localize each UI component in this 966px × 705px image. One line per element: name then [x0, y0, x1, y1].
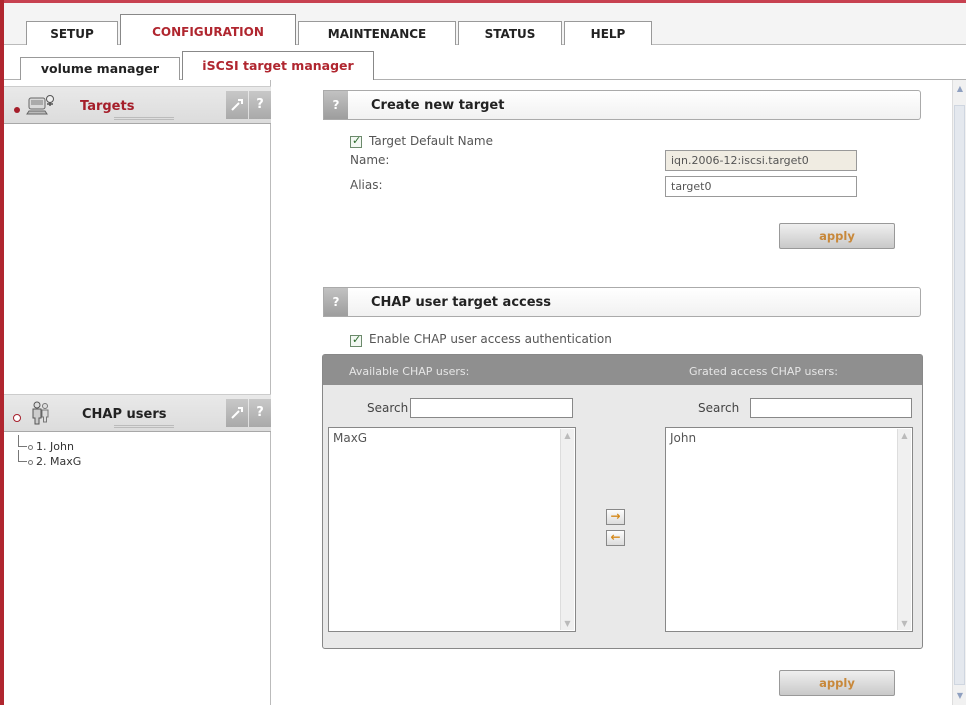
- scroll-down-icon[interactable]: ▼: [955, 691, 965, 701]
- collapsed-dot-icon: [13, 414, 21, 422]
- remove-user-arrow-button[interactable]: ←: [606, 530, 625, 546]
- targets-settings-icon[interactable]: [226, 91, 248, 119]
- scroll-up-icon[interactable]: ▲: [955, 84, 965, 94]
- tab-help[interactable]: HELP: [564, 21, 652, 47]
- available-users-header: Available CHAP users:: [349, 365, 470, 378]
- scroll-up-icon: ▲: [564, 431, 571, 440]
- chap-box-header: Available CHAP users: Grated access CHAP…: [323, 355, 922, 385]
- enable-chap-checkbox[interactable]: [350, 333, 362, 347]
- target-default-name-checkbox[interactable]: [350, 134, 362, 148]
- panel-resize-grip[interactable]: [114, 117, 174, 120]
- chap-users-help-icon[interactable]: ?: [249, 399, 271, 427]
- chap-users-title: CHAP users: [82, 407, 167, 422]
- create-target-header: ? Create new target: [323, 90, 921, 120]
- scrollbar-thumb[interactable]: [954, 105, 965, 685]
- main-content: ? Create new target Target Default Name …: [272, 80, 952, 705]
- sub-tab-bar: volume manager iSCSI target manager: [4, 45, 966, 81]
- users-icon: [32, 401, 49, 425]
- available-search-label: Search: [367, 401, 409, 415]
- chap-access-title: CHAP user target access: [371, 295, 552, 310]
- selected-dot-icon: [14, 107, 20, 113]
- chap-access-header: ? CHAP user target access: [323, 287, 921, 317]
- granted-search-label: Search: [698, 401, 740, 415]
- tree-node-icon: [28, 459, 33, 465]
- targets-panel-header[interactable]: Targets ?: [4, 86, 271, 124]
- tab-configuration[interactable]: CONFIGURATION: [120, 14, 296, 47]
- chap-users-box: Available CHAP users: Grated access CHAP…: [322, 354, 923, 649]
- granted-users-header: Grated access CHAP users:: [689, 365, 838, 378]
- scroll-up-icon: ▲: [901, 431, 908, 440]
- create-target-help-icon[interactable]: ?: [324, 91, 348, 119]
- tab-volume-manager[interactable]: volume manager: [20, 57, 180, 81]
- list-scrollbar[interactable]: ▲ ▼: [897, 429, 911, 630]
- name-label: Name:: [350, 153, 390, 167]
- tab-setup[interactable]: SETUP: [26, 21, 118, 47]
- targets-help-icon[interactable]: ?: [249, 91, 271, 119]
- page-scrollbar[interactable]: ▲ ▼: [952, 80, 966, 705]
- available-search-input[interactable]: [410, 398, 573, 418]
- granted-users-list[interactable]: John ▲ ▼: [665, 427, 913, 632]
- create-target-title: Create new target: [371, 98, 505, 113]
- tab-maintenance[interactable]: MAINTENANCE: [298, 21, 456, 47]
- tree-item-user[interactable]: 2. MaxG: [18, 450, 271, 469]
- scroll-down-icon: ▼: [901, 619, 908, 628]
- chap-access-help-icon[interactable]: ?: [324, 288, 348, 316]
- targets-title: Targets: [80, 99, 135, 114]
- left-panel: Targets ? CHAP users ? 1. John 2. MaxG: [4, 80, 271, 705]
- chap-users-settings-icon[interactable]: [226, 399, 248, 427]
- tab-status[interactable]: STATUS: [458, 21, 562, 47]
- alias-field[interactable]: target0: [665, 176, 857, 197]
- list-item[interactable]: MaxG: [333, 431, 571, 445]
- tree-node-icon: [28, 444, 33, 450]
- panel-resize-grip[interactable]: [114, 425, 174, 428]
- apply-create-target-button[interactable]: apply: [779, 223, 895, 249]
- server-target-icon: [26, 95, 54, 115]
- available-users-list[interactable]: MaxG ▲ ▼: [328, 427, 576, 632]
- scroll-down-icon: ▼: [564, 619, 571, 628]
- add-user-arrow-button[interactable]: →: [606, 509, 625, 525]
- alias-label: Alias:: [350, 178, 383, 192]
- apply-chap-access-button[interactable]: apply: [779, 670, 895, 696]
- granted-search-input[interactable]: [750, 398, 912, 418]
- list-scrollbar[interactable]: ▲ ▼: [560, 429, 574, 630]
- main-tab-bar: SETUP CONFIGURATION MAINTENANCE STATUS H…: [4, 3, 966, 47]
- chap-users-panel-header[interactable]: CHAP users ?: [4, 394, 271, 432]
- enable-chap-label: Enable CHAP user access authentication: [369, 332, 612, 346]
- list-item[interactable]: John: [670, 431, 908, 445]
- name-field[interactable]: iqn.2006-12:iscsi.target0: [665, 150, 857, 171]
- target-default-name-label: Target Default Name: [369, 134, 494, 148]
- tree-item-user[interactable]: 1. John: [18, 435, 271, 454]
- chap-users-tree: 1. John 2. MaxG: [4, 435, 271, 469]
- tab-iscsi-target-manager[interactable]: iSCSI target manager: [182, 51, 374, 81]
